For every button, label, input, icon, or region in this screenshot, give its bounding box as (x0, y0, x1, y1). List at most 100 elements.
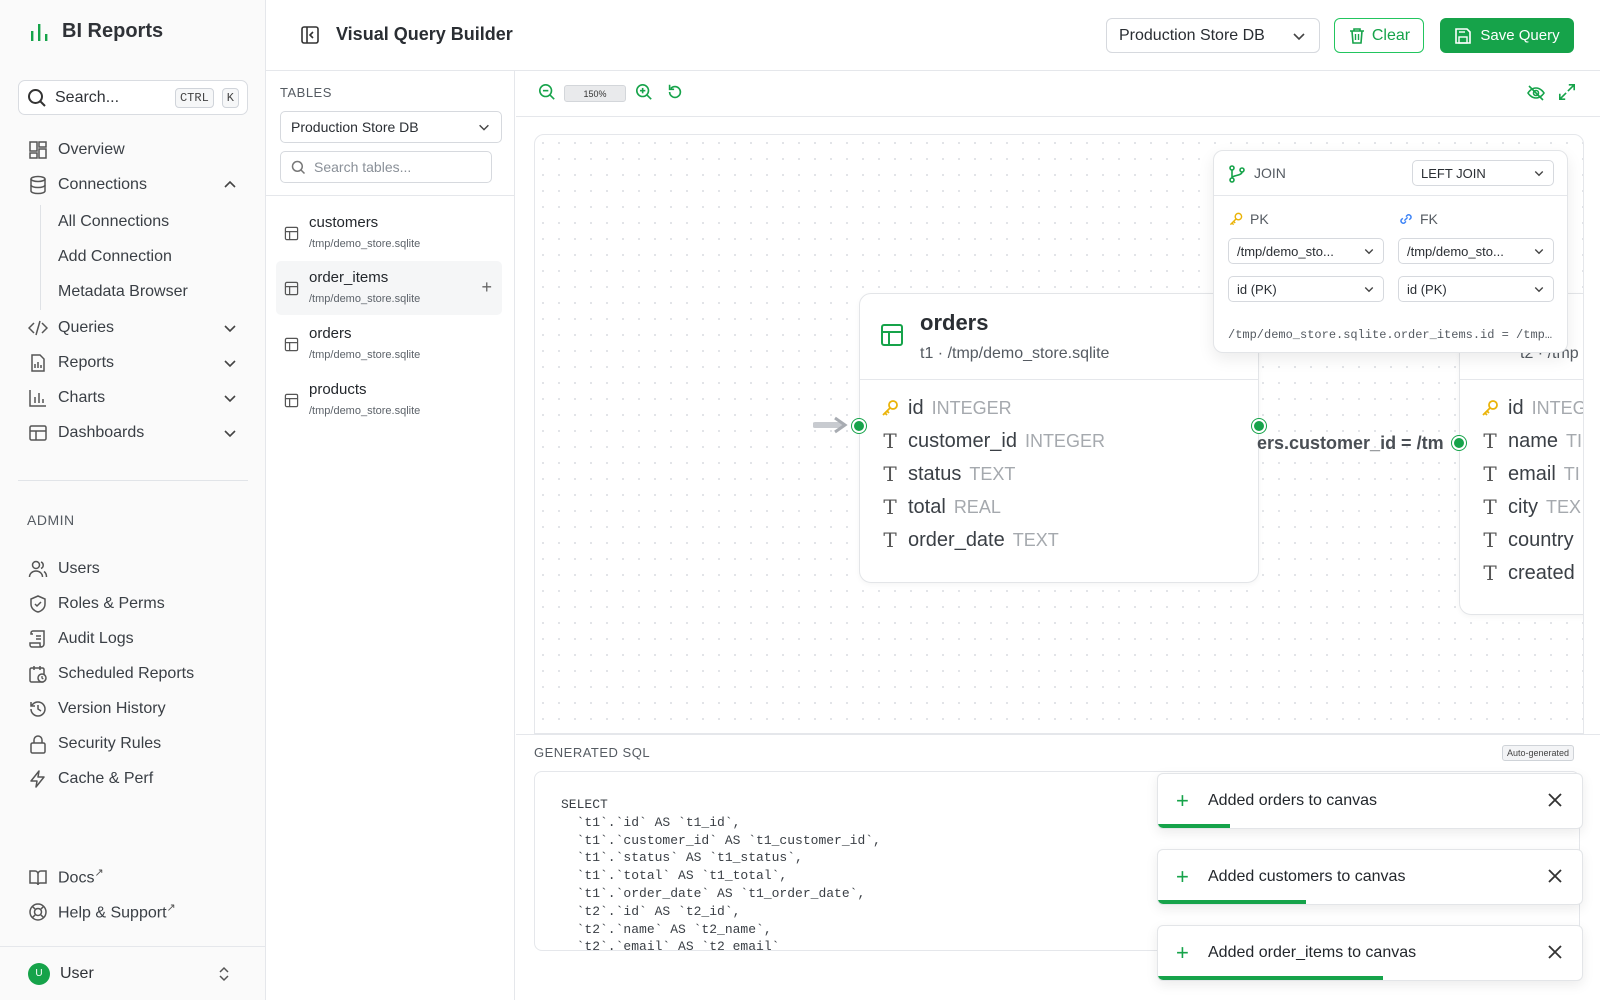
sidebar-subitem-metadata-browser[interactable]: Metadata Browser (58, 283, 188, 301)
search-label: Search... (55, 88, 120, 106)
column-name: customer_id (908, 429, 1017, 452)
close-icon[interactable] (1546, 943, 1564, 961)
sidebar-item-label: Scheduled Reports (58, 665, 195, 682)
zoom-in-icon[interactable] (635, 83, 653, 101)
sidebar-subitem-add-connection[interactable]: Add Connection (58, 248, 172, 266)
column-row[interactable]: T order_date TEXT (880, 526, 1058, 554)
sidebar-item-label: Dashboards (58, 424, 145, 441)
chevron-down-icon (224, 430, 236, 438)
sidebar-item-scheduled-reports[interactable]: Scheduled Reports (28, 659, 238, 689)
zoom-out-icon[interactable] (538, 83, 556, 101)
history-icon (30, 701, 46, 717)
tables-panel: TABLES Production Store DB customers /tm… (266, 71, 515, 1000)
column-row[interactable]: T country (1480, 526, 1574, 554)
join-type-select[interactable]: LEFT JOIN (1412, 160, 1554, 186)
chevron-down-icon (224, 325, 236, 333)
table-search[interactable] (280, 151, 492, 183)
tables-database-select-value: Production Store DB (291, 119, 419, 135)
sidebar-item-security-rules[interactable]: Security Rules (28, 729, 238, 759)
text-type-icon: T (883, 429, 897, 453)
maximize-icon[interactable] (1558, 83, 1576, 101)
text-type-icon: T (1483, 561, 1497, 585)
sql-label: GENERATED SQL (534, 745, 651, 760)
table-list-item-orders[interactable]: orders /tmp/demo_store.sqlite (276, 317, 502, 371)
table-card-orders[interactable]: orders t1 · /tmp/demo_store.sqlite id IN… (859, 293, 1259, 583)
user-name: User (60, 964, 94, 982)
shortcut-key-ctrl: CTRL (174, 87, 214, 108)
column-name: country (1508, 528, 1574, 551)
fk-column-select[interactable]: id (PK) (1398, 276, 1554, 302)
join-type-value: LEFT JOIN (1421, 165, 1486, 181)
calendar-clock-icon (29, 666, 47, 683)
chevron-down-icon (224, 395, 236, 403)
column-row[interactable]: id INTEG (1480, 394, 1583, 422)
column-row[interactable]: T total REAL (880, 493, 1001, 521)
column-row[interactable]: T name TI (1480, 427, 1582, 455)
brand[interactable]: BI Reports (28, 20, 163, 43)
table-list-item-products[interactable]: products /tmp/demo_store.sqlite (276, 373, 502, 427)
connector-handle-left[interactable] (1452, 436, 1466, 450)
global-search[interactable]: Search... CTRL K (18, 80, 248, 115)
sidebar-item-roles-perms[interactable]: Roles & Perms (28, 589, 238, 619)
sidebar-item-reports[interactable]: Reports (28, 348, 238, 378)
join-type-row: JOIN LEFT JOIN (1214, 151, 1567, 196)
column-row[interactable]: T city TEX (1480, 493, 1581, 521)
table-search-input[interactable] (314, 159, 474, 175)
sidebar-item-label: Charts (58, 389, 106, 406)
close-icon[interactable] (1546, 791, 1564, 809)
table-list-item-customers[interactable]: customers /tmp/demo_store.sqlite (276, 206, 502, 260)
table-icon (284, 226, 299, 241)
sidebar-item-docs[interactable]: Docs↗ (28, 862, 238, 892)
chevron-down-icon (1364, 249, 1374, 255)
sidebar-item-audit-logs[interactable]: Audit Logs (28, 624, 238, 654)
report-file-icon (31, 354, 45, 372)
sidebar-item-dashboards[interactable]: Dashboards (28, 418, 238, 448)
pk-column-select[interactable]: id (PK) (1228, 276, 1384, 302)
save-query-button[interactable]: Save Query (1440, 18, 1574, 53)
column-row[interactable]: T created (1480, 559, 1574, 587)
scroll-icon (29, 630, 45, 648)
tables-database-select[interactable]: Production Store DB (280, 111, 502, 143)
sidebar-item-cache-perf[interactable]: Cache & Perf (28, 764, 238, 794)
chevron-down-icon (224, 360, 236, 368)
app-title: BI Reports (62, 20, 164, 42)
join-edge-label[interactable]: ers.customer_id = /tm (1257, 433, 1444, 454)
sidebar-subitem-all-connections[interactable]: All Connections (58, 213, 169, 231)
add-table-icon[interactable]: + (481, 277, 492, 298)
column-row[interactable]: T customer_id INTEGER (880, 427, 1105, 455)
sidebar-item-connections[interactable]: Connections (28, 170, 238, 200)
chevrons-up-down-icon (219, 966, 229, 982)
sidebar-item-overview[interactable]: Overview (28, 135, 238, 165)
connector-handle-right[interactable] (1252, 419, 1266, 433)
plus-icon: + (1176, 864, 1189, 889)
eye-off-icon[interactable] (1526, 83, 1546, 103)
panel-toggle-icon[interactable] (300, 25, 320, 45)
database-select[interactable]: Production Store DB (1106, 18, 1320, 53)
text-type-icon: T (883, 462, 897, 486)
table-name: orders (309, 325, 352, 342)
sidebar-item-charts[interactable]: Charts (28, 383, 238, 413)
sidebar-item-queries[interactable]: Queries (28, 313, 238, 343)
sidebar-item-version-history[interactable]: Version History (28, 694, 238, 724)
close-icon[interactable] (1546, 867, 1564, 885)
column-row[interactable]: T status TEXT (880, 460, 1015, 488)
toast-notification: + Added orders to canvas (1157, 773, 1583, 829)
column-name: city (1508, 495, 1538, 518)
sidebar-item-users[interactable]: Users (28, 554, 238, 584)
fk-table-select[interactable]: /tmp/demo_sto... (1398, 238, 1554, 264)
pk-table-select[interactable]: /tmp/demo_sto... (1228, 238, 1384, 264)
sidebar-item-help-support[interactable]: Help & Support↗ (28, 897, 238, 927)
connector-handle-left[interactable] (852, 419, 866, 433)
sidebar-item-label: Roles & Perms (58, 595, 165, 612)
column-row[interactable]: id INTEGER (880, 394, 1012, 422)
column-row[interactable]: T email TI (1480, 460, 1579, 488)
clear-button[interactable]: Clear (1334, 18, 1424, 53)
column-name: total (908, 495, 946, 518)
user-menu[interactable]: U User (0, 946, 265, 1000)
shield-check-icon (30, 595, 46, 613)
plus-icon: + (1176, 788, 1189, 813)
table-icon (284, 281, 299, 296)
table-card-subtitle: t1 · /tmp/demo_store.sqlite (920, 345, 1110, 362)
table-list-item-order-items[interactable]: order_items /tmp/demo_store.sqlite + (276, 261, 502, 315)
reset-view-icon[interactable] (666, 83, 684, 101)
